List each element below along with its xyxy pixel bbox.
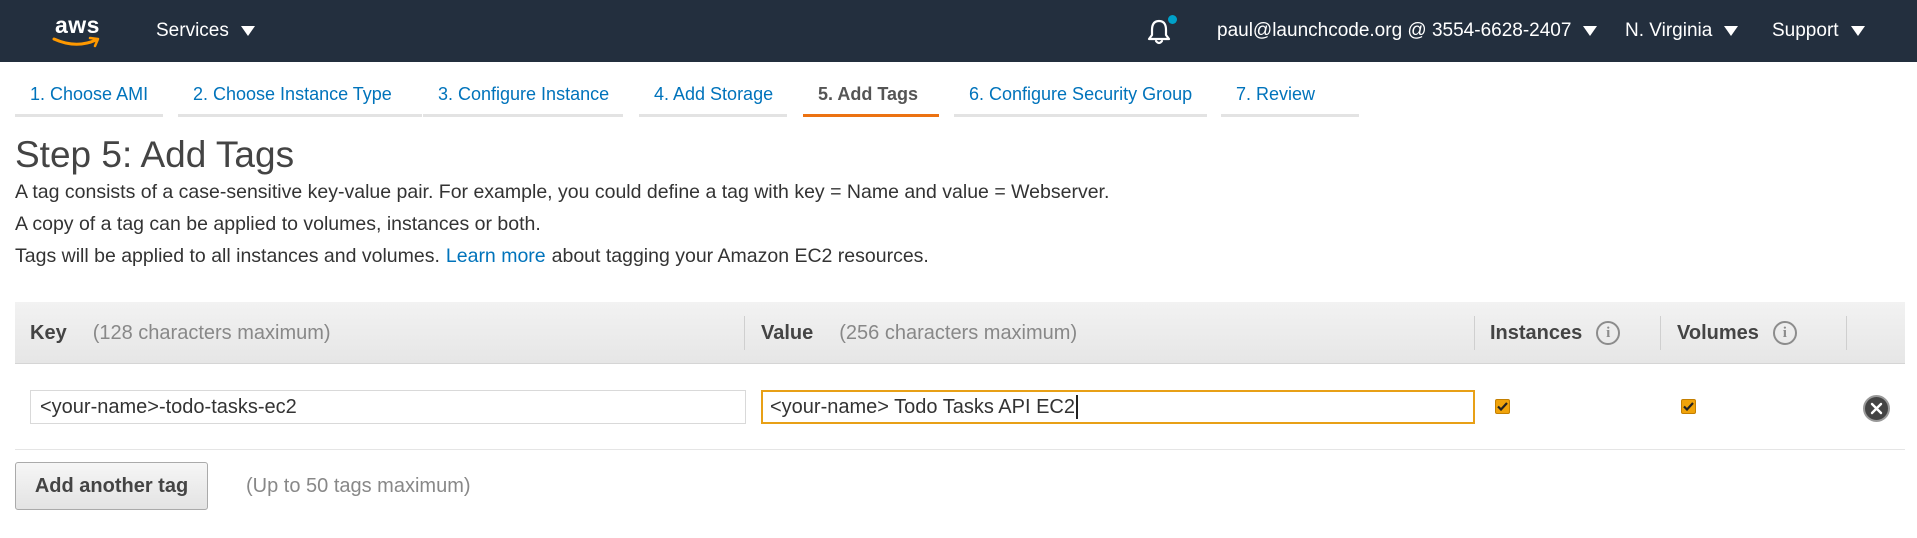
- aws-logo-text: aws: [55, 12, 100, 38]
- remove-tag-button[interactable]: [1863, 395, 1890, 422]
- services-menu[interactable]: Services: [156, 0, 255, 62]
- tab-choose-instance-type[interactable]: 2. Choose Instance Type: [178, 76, 422, 117]
- volumes-column-header: Volumes i: [1677, 302, 1797, 364]
- tags-table-header: Key (128 characters maximum) Value (256 …: [15, 302, 1905, 364]
- value-header-label: Value: [761, 321, 814, 344]
- info-icon[interactable]: i: [1596, 321, 1621, 345]
- tag-value-value: <your-name> Todo Tasks API EC2: [770, 395, 1075, 418]
- tag-key-value: <your-name>-todo-tasks-ec2: [40, 395, 297, 418]
- page-title: Step 5: Add Tags: [15, 134, 295, 175]
- key-header-hint: (128 characters maximum): [92, 321, 331, 344]
- key-header-label: Key: [30, 321, 67, 344]
- region-label: N. Virginia: [1625, 20, 1713, 41]
- table-row: <your-name>-todo-tasks-ec2 <your-name> T…: [15, 364, 1905, 450]
- learn-more-link[interactable]: Learn more: [446, 245, 546, 267]
- tab-choose-ami[interactable]: 1. Choose AMI: [15, 76, 163, 117]
- column-divider: [744, 316, 745, 350]
- column-divider: [1474, 316, 1475, 350]
- close-icon: [1870, 402, 1883, 415]
- volumes-header-label: Volumes: [1677, 321, 1759, 344]
- volumes-checkbox[interactable]: [1681, 399, 1696, 414]
- add-another-tag-button[interactable]: Add another tag: [15, 462, 208, 510]
- tag-limit-hint: (Up to 50 tags maximum): [246, 475, 471, 497]
- account-label: paul@launchcode.org @ 3554-6628-2407: [1217, 20, 1572, 41]
- support-menu[interactable]: Support: [1772, 0, 1865, 62]
- checkmark-icon: [1497, 402, 1508, 411]
- chevron-down-icon: [1724, 26, 1739, 36]
- description-line-3: Tags will be applied to all instances an…: [15, 245, 929, 268]
- tab-configure-security-group[interactable]: 6. Configure Security Group: [954, 76, 1207, 117]
- tag-key-input[interactable]: <your-name>-todo-tasks-ec2: [30, 390, 746, 424]
- description-line-3-suffix: about tagging your Amazon EC2 resources.: [551, 245, 929, 267]
- chevron-down-icon: [1583, 26, 1598, 36]
- services-label: Services: [156, 20, 229, 41]
- account-menu[interactable]: paul@launchcode.org @ 3554-6628-2407: [1217, 0, 1598, 62]
- description-line-3-text: Tags will be applied to all instances an…: [15, 245, 440, 267]
- instances-checkbox[interactable]: [1495, 399, 1510, 414]
- key-column-header: Key (128 characters maximum): [30, 302, 331, 364]
- chevron-down-icon: [1850, 26, 1865, 36]
- tab-add-tags[interactable]: 5. Add Tags: [803, 76, 939, 117]
- checkmark-icon: [1683, 402, 1694, 411]
- tag-value-input[interactable]: <your-name> Todo Tasks API EC2: [761, 390, 1475, 424]
- notification-dot: [1168, 15, 1177, 24]
- tab-review[interactable]: 7. Review: [1221, 76, 1359, 117]
- column-divider: [1660, 316, 1661, 350]
- value-column-header: Value (256 characters maximum): [761, 302, 1077, 364]
- chevron-down-icon: [240, 26, 255, 36]
- instances-column-header: Instances i: [1490, 302, 1621, 364]
- instances-header-label: Instances: [1490, 321, 1583, 344]
- region-menu[interactable]: N. Virginia: [1625, 0, 1739, 62]
- top-nav-bar: aws Services paul@launchcode.org @ 3554-…: [0, 0, 1917, 62]
- aws-smile-icon: [52, 36, 100, 48]
- info-icon[interactable]: i: [1772, 321, 1797, 345]
- text-cursor: [1076, 395, 1078, 419]
- column-divider: [1846, 316, 1847, 350]
- description-line-2: A copy of a tag can be applied to volume…: [15, 213, 541, 235]
- value-header-hint: (256 characters maximum): [839, 321, 1078, 344]
- support-label: Support: [1772, 20, 1839, 41]
- tab-configure-instance[interactable]: 3. Configure Instance: [423, 76, 623, 117]
- aws-logo[interactable]: aws: [52, 12, 108, 48]
- description-line-1: A tag consists of a case-sensitive key-v…: [15, 181, 1110, 203]
- tab-add-storage[interactable]: 4. Add Storage: [639, 76, 787, 117]
